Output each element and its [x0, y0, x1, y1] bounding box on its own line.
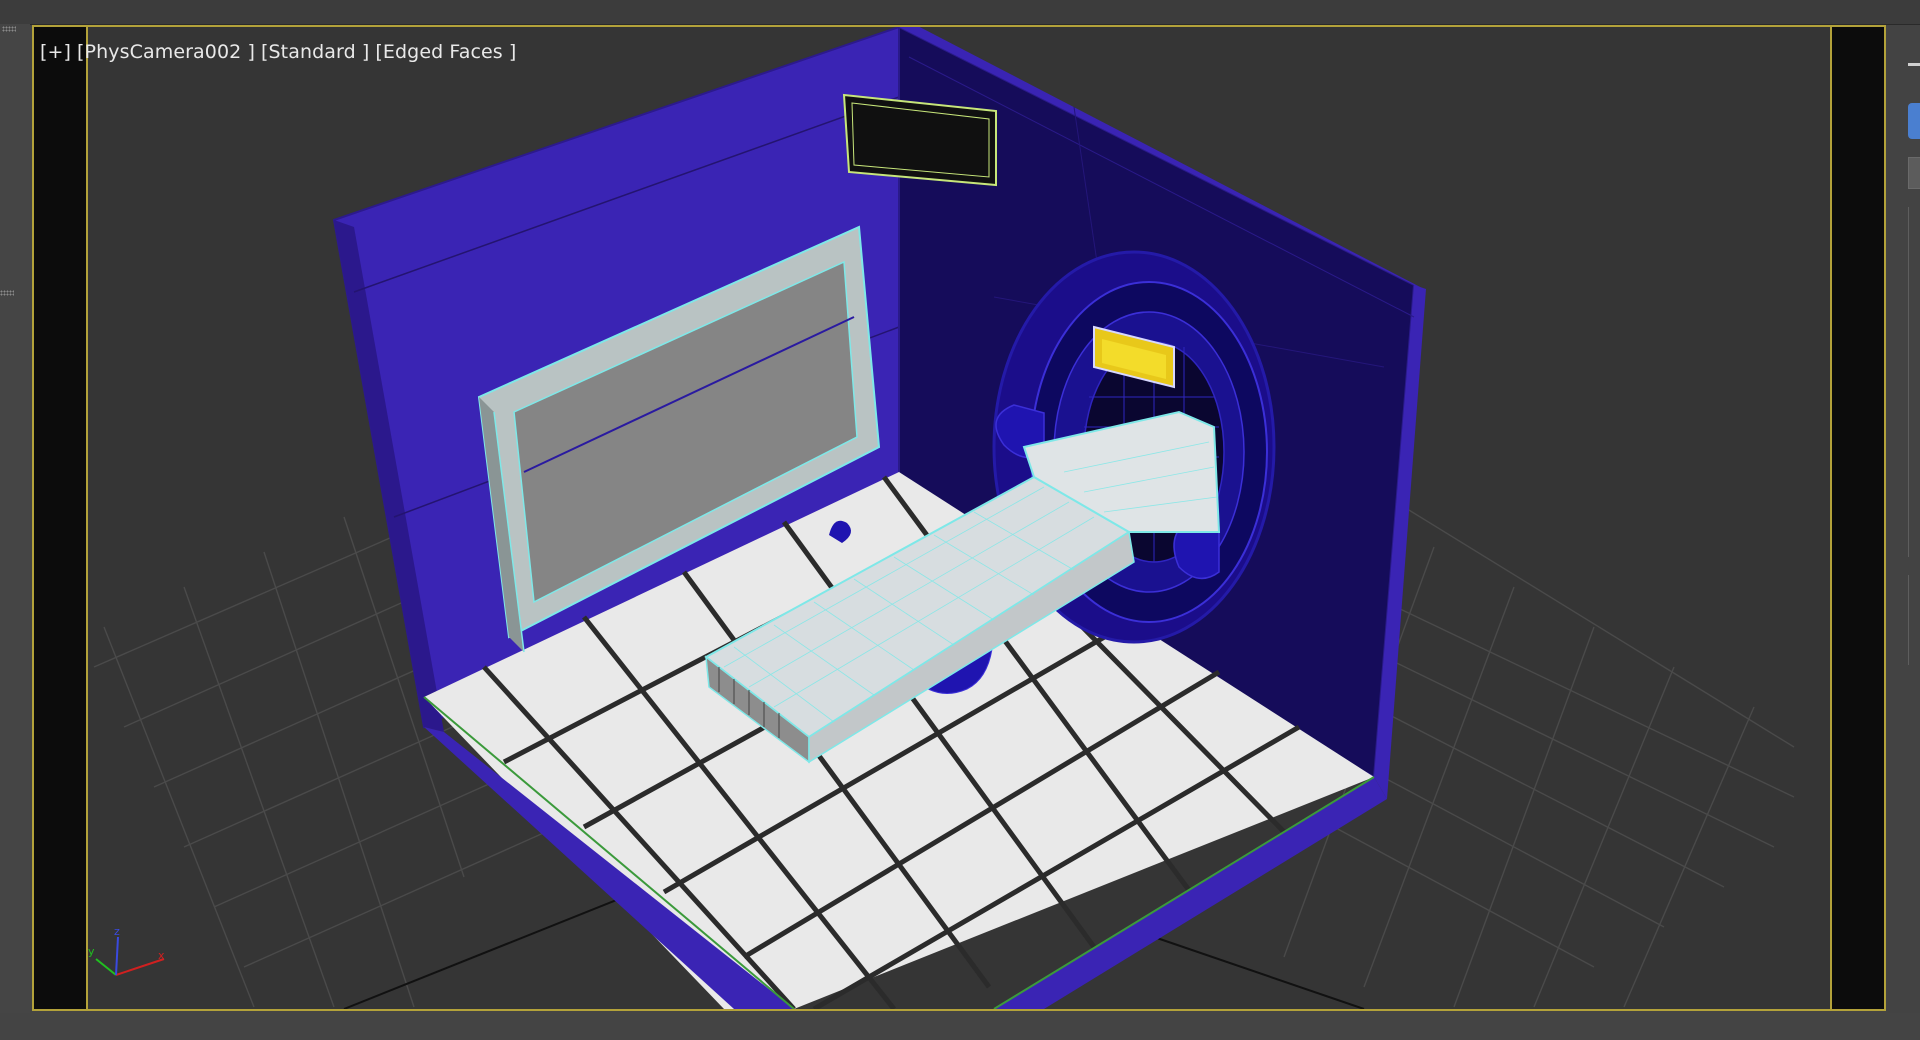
- safe-frame: [86, 27, 1832, 1009]
- command-panel-edge: [1888, 25, 1920, 1040]
- command-tab-button[interactable]: [1908, 103, 1920, 139]
- drag-grip-icon[interactable]: [2, 26, 16, 32]
- bottom-strip: [0, 1013, 1920, 1040]
- drag-grip-icon[interactable]: [0, 290, 14, 296]
- viewport-label-menu: [+] [PhysCamera002 ] [Standard ] [Edged Fac…: [40, 41, 516, 63]
- camera-viewport[interactable]: x y z [+] [PhysCamera002 ] [Standard ] [Edg…: [32, 25, 1886, 1011]
- rollout-area: [1908, 575, 1920, 665]
- viewport-plus-menu[interactable]: [+]: [40, 41, 71, 63]
- rollout-area: [1908, 207, 1920, 557]
- viewport-shading-menu[interactable]: [Standard ]: [261, 41, 369, 63]
- command-panel-button[interactable]: [1908, 157, 1920, 189]
- viewport-camera-menu[interactable]: [PhysCamera002 ]: [77, 41, 255, 63]
- left-panel-strip: [0, 24, 30, 1040]
- top-toolbar-strip: [0, 0, 1920, 25]
- minimize-icon[interactable]: [1908, 63, 1920, 66]
- viewport-display-menu[interactable]: [Edged Faces ]: [375, 41, 516, 63]
